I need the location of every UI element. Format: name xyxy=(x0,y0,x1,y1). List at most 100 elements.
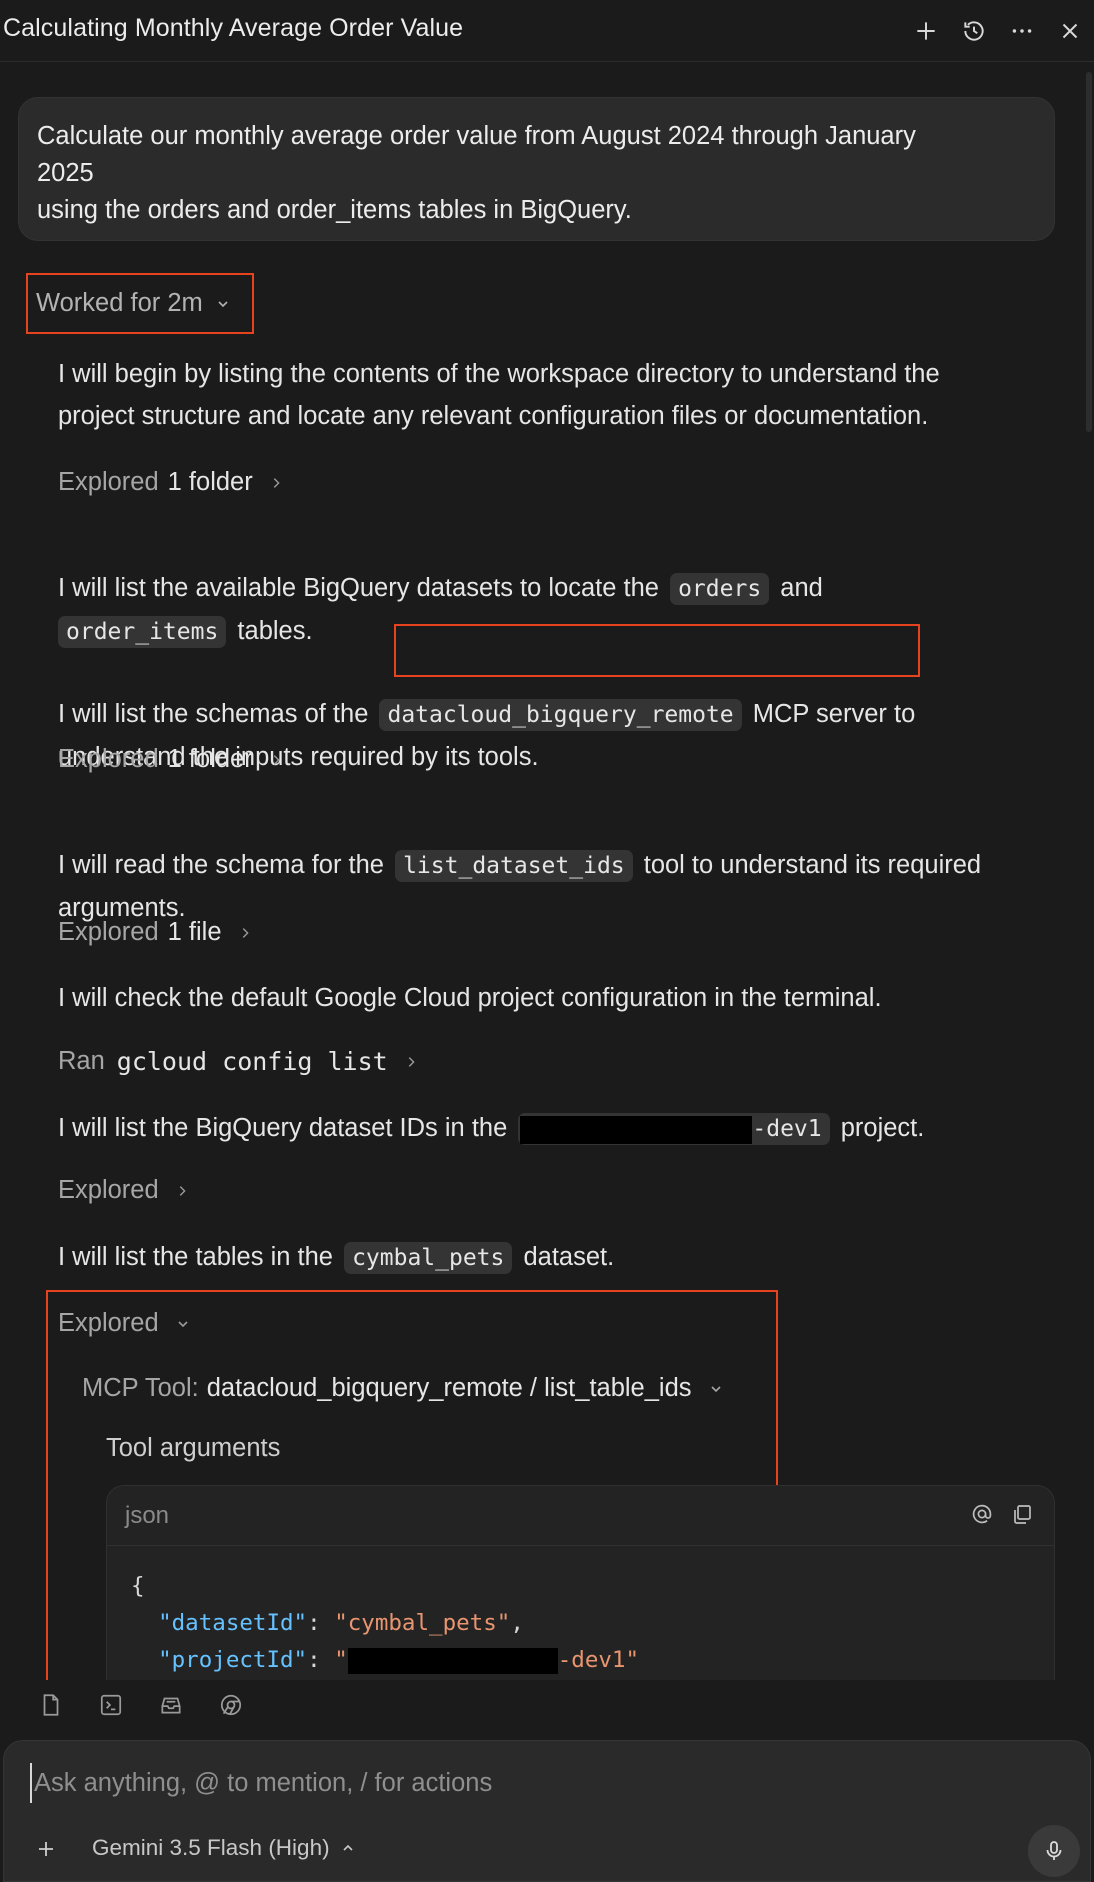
code-line: { xyxy=(131,1573,145,1599)
terminal-icon[interactable] xyxy=(96,1690,126,1720)
header-actions xyxy=(902,10,1094,52)
inline-code: list_dataset_ids xyxy=(395,850,633,882)
mention-icon[interactable] xyxy=(970,1502,994,1526)
inbox-icon[interactable] xyxy=(156,1690,186,1720)
assistant-text: I will list the available BigQuery datas… xyxy=(58,567,823,653)
step-label: Explored xyxy=(58,745,159,773)
text-segment: I will list the available BigQuery datas… xyxy=(58,574,659,602)
chevron-up-icon xyxy=(340,1840,356,1856)
composer: Gemini 3.5 Flash (High) xyxy=(3,1740,1091,1882)
close-icon xyxy=(1062,23,1078,39)
explored-step[interactable]: Explored 1 folder xyxy=(58,468,283,497)
user-message-line: Calculate our monthly average order valu… xyxy=(37,122,916,150)
chevron-right-icon xyxy=(269,476,283,490)
inline-code: orders xyxy=(670,573,770,605)
inline-code: -dev1 xyxy=(518,1113,830,1145)
text-line: I will begin by listing the contents of … xyxy=(58,360,940,388)
worked-for-label: Worked for 2m xyxy=(36,289,203,317)
microphone-icon xyxy=(1046,1841,1062,1860)
assistant-text: I will read the schema for the list_data… xyxy=(58,844,981,929)
code-block-header: json xyxy=(107,1486,1054,1546)
explored-step[interactable]: Explored xyxy=(58,1176,189,1205)
chevron-right-icon xyxy=(238,926,252,940)
chevron-right-icon xyxy=(269,753,283,767)
text-segment: I will read the schema for the xyxy=(58,851,384,879)
text-segment: I will list the tables in the xyxy=(58,1243,333,1271)
microphone-button[interactable] xyxy=(1028,1825,1080,1877)
close-button[interactable] xyxy=(1046,10,1094,52)
agent-panel: Calculating Monthly Average Order Value … xyxy=(0,0,1094,1882)
context-toolbar xyxy=(36,1690,246,1726)
inline-code: datacloud_bigquery_remote xyxy=(379,699,742,731)
code-suffix: -dev1 xyxy=(752,1116,822,1142)
plus-icon xyxy=(39,1842,53,1856)
json-string: "cymbal_pets" xyxy=(334,1610,511,1636)
code-language-label: json xyxy=(125,1501,170,1529)
redaction xyxy=(520,1115,753,1144)
code-line: "datasetId": "cymbal_pets", xyxy=(158,1610,524,1636)
chevron-right-icon xyxy=(175,1184,189,1198)
model-selector[interactable]: Gemini 3.5 Flash (High) xyxy=(92,1835,356,1861)
mcp-tool-toggle[interactable]: MCP Tool: datacloud_bigquery_remote / li… xyxy=(82,1374,724,1403)
assistant-text: I will list the tables in the cymbal_pet… xyxy=(58,1236,614,1279)
step-label: Explored xyxy=(58,918,159,946)
explored-step[interactable]: Explored 1 file xyxy=(58,918,252,947)
step-label: Explored xyxy=(58,1309,159,1337)
tool-arguments-heading: Tool arguments xyxy=(106,1434,281,1462)
browser-icon[interactable] xyxy=(216,1690,246,1720)
worked-for-toggle[interactable]: Worked for 2m xyxy=(26,273,254,334)
text-segment: to xyxy=(893,700,916,728)
assistant-text: I will begin by listing the contents of … xyxy=(58,353,940,437)
json-key: "datasetId" xyxy=(158,1610,308,1636)
assistant-text: I will list the BigQuery dataset IDs in … xyxy=(58,1107,924,1150)
assistant-text: I will check the default Google Cloud pr… xyxy=(58,984,882,1012)
plus-icon xyxy=(917,22,935,40)
text-segment: and xyxy=(780,574,823,602)
inline-code: cymbal_pets xyxy=(344,1242,513,1274)
code-content: { "datasetId": "cymbal_pets", "projectId… xyxy=(107,1546,1054,1679)
user-message: Calculate our monthly average order valu… xyxy=(18,97,1055,241)
file-icon[interactable] xyxy=(36,1690,66,1720)
step-label: Explored xyxy=(58,468,159,496)
conversation-scroll-area[interactable]: Calculate our monthly average order valu… xyxy=(0,62,1094,1680)
explored-step[interactable]: Explored 1 folder xyxy=(58,745,283,774)
step-value: 1 file xyxy=(167,918,222,946)
text-segment: tool to understand its required xyxy=(643,851,982,879)
chat-input[interactable] xyxy=(30,1763,1010,1803)
more-icon xyxy=(1012,29,1032,33)
chevron-down-icon xyxy=(708,1381,724,1397)
text-segment: MCP server xyxy=(752,700,887,728)
user-message-line: using the orders and order_items tables … xyxy=(37,196,632,224)
model-name: Gemini 3.5 Flash (High) xyxy=(92,1835,330,1860)
step-label: Ran xyxy=(58,1047,105,1075)
step-label: Explored xyxy=(58,1176,159,1204)
history-icon xyxy=(964,21,984,41)
code-block: json { "datasetId": "cymbal_pets", "proj… xyxy=(106,1485,1055,1680)
chevron-down-icon xyxy=(175,1316,191,1332)
command-text: gcloud config list xyxy=(116,1047,388,1076)
add-context-button[interactable] xyxy=(34,1837,58,1861)
text-line: project structure and locate any relevan… xyxy=(58,402,929,430)
more-options-button[interactable] xyxy=(998,10,1046,52)
chevron-right-icon xyxy=(404,1055,418,1069)
user-message-line: 2025 xyxy=(37,159,94,187)
scrollbar[interactable] xyxy=(1086,72,1092,432)
code-actions xyxy=(970,1502,1034,1526)
conversation-title: Calculating Monthly Average Order Value xyxy=(3,14,464,42)
copy-icon[interactable] xyxy=(1010,1502,1034,1526)
history-button[interactable] xyxy=(950,10,998,52)
redaction xyxy=(347,1647,558,1674)
step-value: 1 folder xyxy=(167,468,253,496)
inline-code: order_items xyxy=(58,616,227,648)
text-segment: I will list the schemas of the xyxy=(58,700,369,728)
panel-header: Calculating Monthly Average Order Value xyxy=(0,0,1094,62)
step-value: 1 folder xyxy=(167,745,253,773)
text-segment: project. xyxy=(840,1114,925,1142)
new-chat-button[interactable] xyxy=(902,10,950,52)
explored-step-expanded[interactable]: Explored xyxy=(58,1309,191,1338)
ran-command-step[interactable]: Ran gcloud config list xyxy=(58,1047,418,1076)
json-string: -dev1" xyxy=(557,1647,640,1673)
text-segment: I will list the BigQuery dataset IDs in … xyxy=(58,1114,508,1142)
mcp-tool-name: datacloud_bigquery_remote / list_table_i… xyxy=(206,1374,692,1402)
chevron-down-icon xyxy=(215,296,231,312)
